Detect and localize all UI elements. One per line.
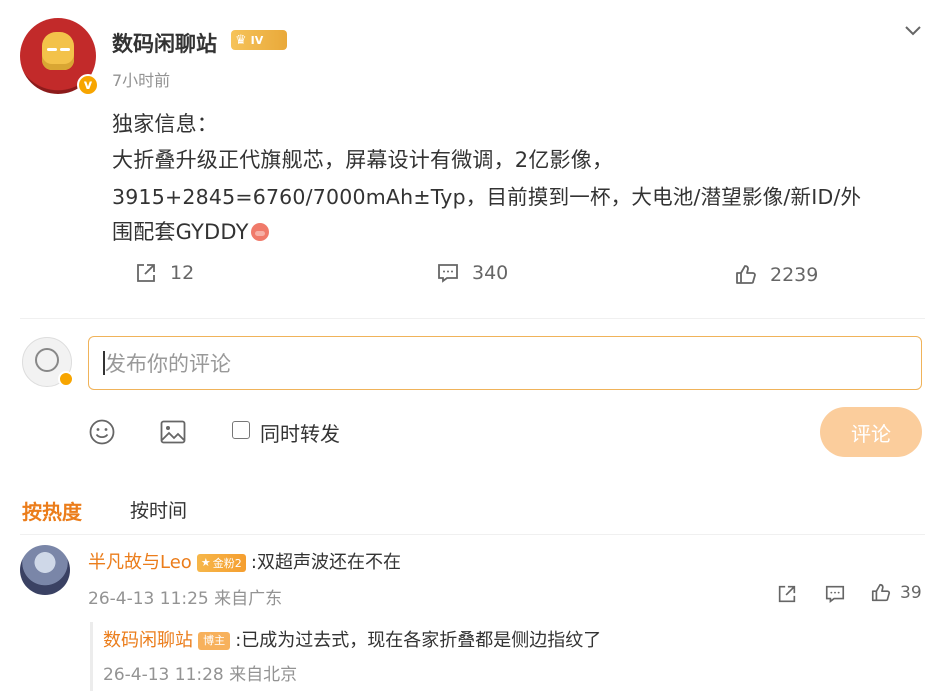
like-button[interactable]: 2239 xyxy=(734,263,818,287)
comment-button[interactable]: 340 xyxy=(436,261,508,285)
comment-like-button[interactable]: 39 xyxy=(870,582,922,604)
commenter-name[interactable]: 半凡故与Leo xyxy=(88,552,192,573)
star-icon: ★ xyxy=(200,556,211,569)
tab-sort-hot[interactable]: 按热度 xyxy=(22,496,82,525)
reply-author-name[interactable]: 数码闲聊站 xyxy=(103,630,193,651)
repost-button[interactable]: 12 xyxy=(134,261,194,285)
comment-icon xyxy=(825,585,845,603)
level-text: IV xyxy=(250,33,264,47)
chevron-down-icon[interactable] xyxy=(903,20,923,40)
comment-input-placeholder: 发布你的评论 xyxy=(105,352,231,376)
emoji-icon[interactable] xyxy=(88,418,116,446)
submit-label: 评论 xyxy=(851,421,891,446)
verified-icon: v xyxy=(77,74,99,96)
level-badge: ♛ IV xyxy=(231,30,287,50)
comment-count: 340 xyxy=(472,262,509,284)
comment-text: :双超声波还在不在 xyxy=(250,552,401,573)
share-icon xyxy=(137,264,155,282)
comment-share-button[interactable] xyxy=(776,583,798,609)
repost-count: 12 xyxy=(170,262,195,284)
divider xyxy=(20,534,925,535)
like-count: 2239 xyxy=(770,264,819,286)
commenter-avatar[interactable] xyxy=(20,545,70,595)
post-text-line: 大折叠升级正代旗舰芯，屏幕设计有微调，2亿影像， xyxy=(112,148,614,172)
comment-input[interactable]: 发布你的评论 xyxy=(88,336,922,390)
comment-meta: 26-4-13 11:25 来自广东 xyxy=(88,589,283,609)
post-text: 围配套GYDDY xyxy=(112,220,249,244)
post-time[interactable]: 7小时前 xyxy=(112,67,170,91)
post-text-line-last: 围配套GYDDY xyxy=(112,216,269,246)
fan-badge: ★ 金粉2 xyxy=(196,553,246,572)
post-text-line: 3915+2845=6760/7000mAh±Typ，目前摸到一杯，大电池/潜望… xyxy=(112,185,862,209)
reply-indent-bar xyxy=(90,622,93,691)
share-icon xyxy=(778,585,796,603)
comment-header: 半凡故与Leo ★ 金粉2 :双超声波还在不在 xyxy=(88,548,401,574)
repost-checkbox[interactable] xyxy=(232,421,250,439)
pig-emoji-icon xyxy=(250,223,269,241)
submit-comment-button[interactable]: 评论 xyxy=(820,407,922,457)
reply-meta: 26-4-13 11:28 来自北京 xyxy=(103,665,298,685)
post-text-line: 独家信息： xyxy=(112,112,218,136)
comment-reply-button[interactable] xyxy=(824,583,846,609)
thumbs-up-icon xyxy=(736,265,756,284)
image-icon[interactable] xyxy=(159,418,187,446)
author-name[interactable]: 数码闲聊站 xyxy=(112,28,217,58)
divider xyxy=(20,318,925,319)
verified-icon xyxy=(58,371,74,387)
repost-label[interactable]: 同时转发 xyxy=(260,418,340,447)
reply-header: 数码闲聊站 博主 :已成为过去式，现在各家折叠都是侧边指纹了 xyxy=(103,626,601,652)
thumbs-up-icon xyxy=(871,583,891,602)
crown-icon: ♛ xyxy=(235,32,247,48)
comment-icon xyxy=(438,264,458,283)
reply-text: :已成为过去式，现在各家折叠都是侧边指纹了 xyxy=(235,630,602,651)
tab-sort-time[interactable]: 按时间 xyxy=(130,496,187,523)
fan-badge-text: 金粉2 xyxy=(212,556,242,570)
comment-like-count: 39 xyxy=(900,583,922,603)
blogger-badge: 博主 xyxy=(198,632,231,650)
